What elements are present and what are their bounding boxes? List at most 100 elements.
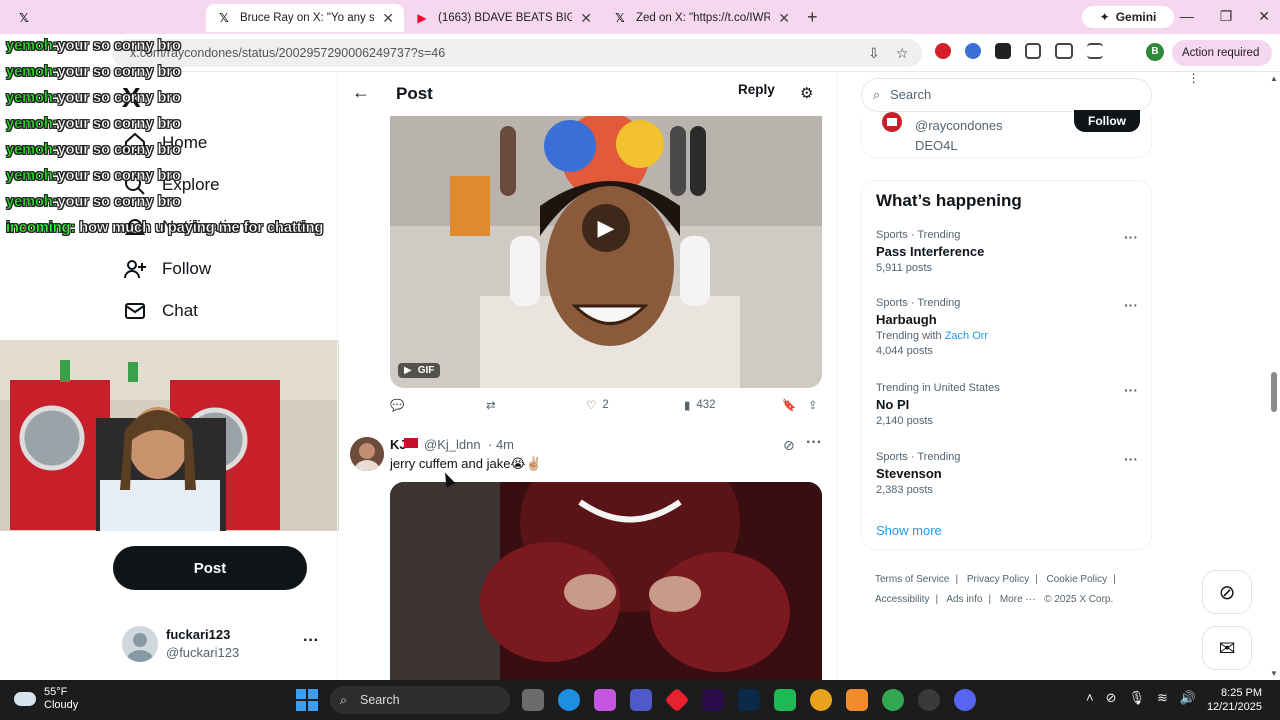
- post-button[interactable]: Post: [113, 546, 307, 590]
- show-more-link[interactable]: Show more: [876, 523, 942, 538]
- network-off-icon[interactable]: ⊘: [1106, 690, 1117, 706]
- premiere-icon[interactable]: [702, 689, 724, 711]
- install-app-icon[interactable]: ⇩: [868, 39, 880, 67]
- back-arrow-icon[interactable]: ←: [352, 82, 370, 103]
- wifi-icon[interactable]: ≋: [1157, 690, 1168, 706]
- more-link[interactable]: More ···: [1000, 594, 1036, 605]
- chevron-up-icon[interactable]: ˄: [1086, 690, 1094, 706]
- taskbar-clock[interactable]: 8:25 PM 12/21/2025: [1198, 686, 1262, 714]
- more-dots-icon[interactable]: ···: [303, 632, 319, 650]
- who-to-follow-card: @raycondones DEO4L Follow: [861, 110, 1152, 158]
- scroll-thumb[interactable]: [1271, 372, 1277, 412]
- x-favicon-icon: 𝕏: [19, 11, 29, 25]
- more-dots-icon[interactable]: ···: [1124, 229, 1138, 245]
- follow-button[interactable]: Follow: [1074, 110, 1140, 132]
- accessibility-link[interactable]: Accessibility: [875, 594, 929, 605]
- close-tab-icon[interactable]: ✕: [382, 10, 394, 27]
- share-icon[interactable]: ⇪: [808, 398, 818, 412]
- more-dots-icon[interactable]: ···: [1124, 382, 1138, 398]
- discord-icon[interactable]: [954, 689, 976, 711]
- browser-tab-2[interactable]: 𝕏 Bruce Ray on X: "Yo any stream ✕: [206, 4, 404, 32]
- copilot-icon[interactable]: [594, 689, 616, 711]
- more-dots-icon[interactable]: ···: [1124, 451, 1138, 467]
- nav-chat[interactable]: Chat: [122, 298, 198, 324]
- chrome-profile-icon[interactable]: [882, 689, 904, 711]
- weather-widget[interactable]: 55°F Cloudy: [14, 686, 78, 712]
- app-icon[interactable]: [774, 689, 796, 711]
- nav-follow[interactable]: Follow: [122, 256, 211, 282]
- ads-info-link[interactable]: Ads info: [946, 594, 982, 605]
- views-button[interactable]: ▮ 432: [684, 398, 716, 412]
- messages-fab[interactable]: ✉: [1202, 626, 1252, 670]
- windows-start-icon[interactable]: [296, 689, 318, 711]
- search-input[interactable]: ⌕ Search: [861, 78, 1152, 112]
- avatar[interactable]: [878, 112, 906, 136]
- browser-tab-3[interactable]: ▶ (1663) BDAVE BEATS BIGLOAA ✕: [404, 4, 602, 32]
- tab-search-icon[interactable]: [1055, 43, 1073, 59]
- chat-text: your so corny bro: [57, 168, 181, 184]
- close-tab-icon[interactable]: ✕: [778, 10, 790, 27]
- task-view-icon[interactable]: [522, 689, 544, 711]
- media-controls-icon[interactable]: [1087, 43, 1103, 59]
- page-scrollbar[interactable]: ▲ ▼: [1268, 72, 1280, 680]
- scroll-down-icon[interactable]: ▼: [1270, 669, 1278, 678]
- trend-item[interactable]: Trending in United States No PI 2,140 po…: [876, 382, 1138, 427]
- follow-suggestion-handle[interactable]: @raycondones: [915, 118, 1003, 133]
- photoshop-icon[interactable]: [738, 689, 760, 711]
- more-dots-icon[interactable]: ···: [806, 434, 822, 452]
- edge-icon[interactable]: [558, 689, 580, 711]
- browser-tab-4[interactable]: 𝕏 Zed on X: "https://t.co/IWRJt6 ✕: [602, 4, 800, 32]
- tab-title: Zed on X: "https://t.co/IWRJt6: [636, 12, 771, 24]
- cookie-link[interactable]: Cookie Policy: [1047, 574, 1108, 585]
- extension-icon[interactable]: [995, 43, 1011, 59]
- like-button[interactable]: ♡ 2: [586, 398, 609, 412]
- minimize-icon[interactable]: —: [1180, 8, 1194, 25]
- app-icon[interactable]: [664, 687, 690, 713]
- scroll-up-icon[interactable]: ▲: [1270, 74, 1278, 83]
- microphone-icon[interactable]: 🎙: [1129, 690, 1146, 706]
- browser-tab-1[interactable]: 𝕏: [6, 4, 206, 32]
- volume-icon[interactable]: 🔊: [1180, 690, 1196, 706]
- action-required-button[interactable]: Action required ⋮: [1172, 40, 1272, 85]
- teams-icon[interactable]: [630, 689, 652, 711]
- bookmark-icon[interactable]: 🔖: [782, 398, 796, 412]
- taskbar-apps: [522, 687, 976, 713]
- grok-icon[interactable]: ⊘: [783, 437, 795, 454]
- taskbar-search[interactable]: ⌕ Search: [330, 686, 510, 714]
- retweet-icon[interactable]: ⇄: [486, 398, 496, 412]
- trend-with-link[interactable]: Zach Orr: [945, 330, 988, 342]
- search-icon: ⌕: [873, 87, 881, 102]
- grok-fab[interactable]: ⊘: [1202, 570, 1252, 614]
- window-controls: — ❐ ✕: [1180, 8, 1270, 25]
- play-icon[interactable]: ▶: [582, 204, 630, 252]
- tweet-author-handle[interactable]: @Kj_ldnn: [424, 437, 481, 452]
- maximize-icon[interactable]: ❐: [1220, 8, 1233, 25]
- tweet-gif-media[interactable]: ▶ ▶ GIF: [390, 116, 822, 388]
- chrome-icon[interactable]: [810, 689, 832, 711]
- more-dots-icon[interactable]: ···: [1124, 297, 1138, 313]
- profile-avatar[interactable]: B: [1146, 43, 1164, 61]
- gemini-button[interactable]: ✦ Gemini: [1082, 6, 1174, 28]
- tweet-timestamp[interactable]: · 4m: [488, 437, 514, 452]
- new-tab-button[interactable]: +: [807, 7, 818, 28]
- sliders-icon[interactable]: ⚙: [800, 84, 813, 102]
- close-window-icon[interactable]: ✕: [1258, 8, 1270, 25]
- stream-chat-overlay: yemoh:your so corny bro yemoh:your so co…: [6, 38, 324, 246]
- trend-item[interactable]: Sports · Trending Stevenson 2,383 posts …: [876, 451, 1138, 496]
- bookmark-star-icon[interactable]: ☆: [896, 39, 909, 67]
- privacy-link[interactable]: Privacy Policy: [967, 574, 1029, 585]
- terms-link[interactable]: Terms of Service: [875, 574, 949, 585]
- obs-icon[interactable]: [918, 689, 940, 711]
- ublock-extension-icon[interactable]: [935, 43, 951, 59]
- puzzle-extensions-icon[interactable]: [1025, 43, 1041, 59]
- trend-item[interactable]: Sports · Trending Harbaugh Trending with…: [876, 297, 1138, 357]
- app-icon[interactable]: [846, 689, 868, 711]
- tweet-media[interactable]: [390, 482, 822, 680]
- trend-item[interactable]: Sports · Trending Pass Interference 5,91…: [876, 229, 1138, 274]
- account-switcher[interactable]: fuckari123 @fuckari123 ···: [120, 624, 330, 666]
- reply-icon[interactable]: 💬: [390, 398, 404, 412]
- reply-button[interactable]: Reply: [738, 82, 775, 97]
- extension-icon[interactable]: [965, 43, 981, 59]
- close-tab-icon[interactable]: ✕: [580, 10, 592, 27]
- avatar[interactable]: [350, 437, 384, 471]
